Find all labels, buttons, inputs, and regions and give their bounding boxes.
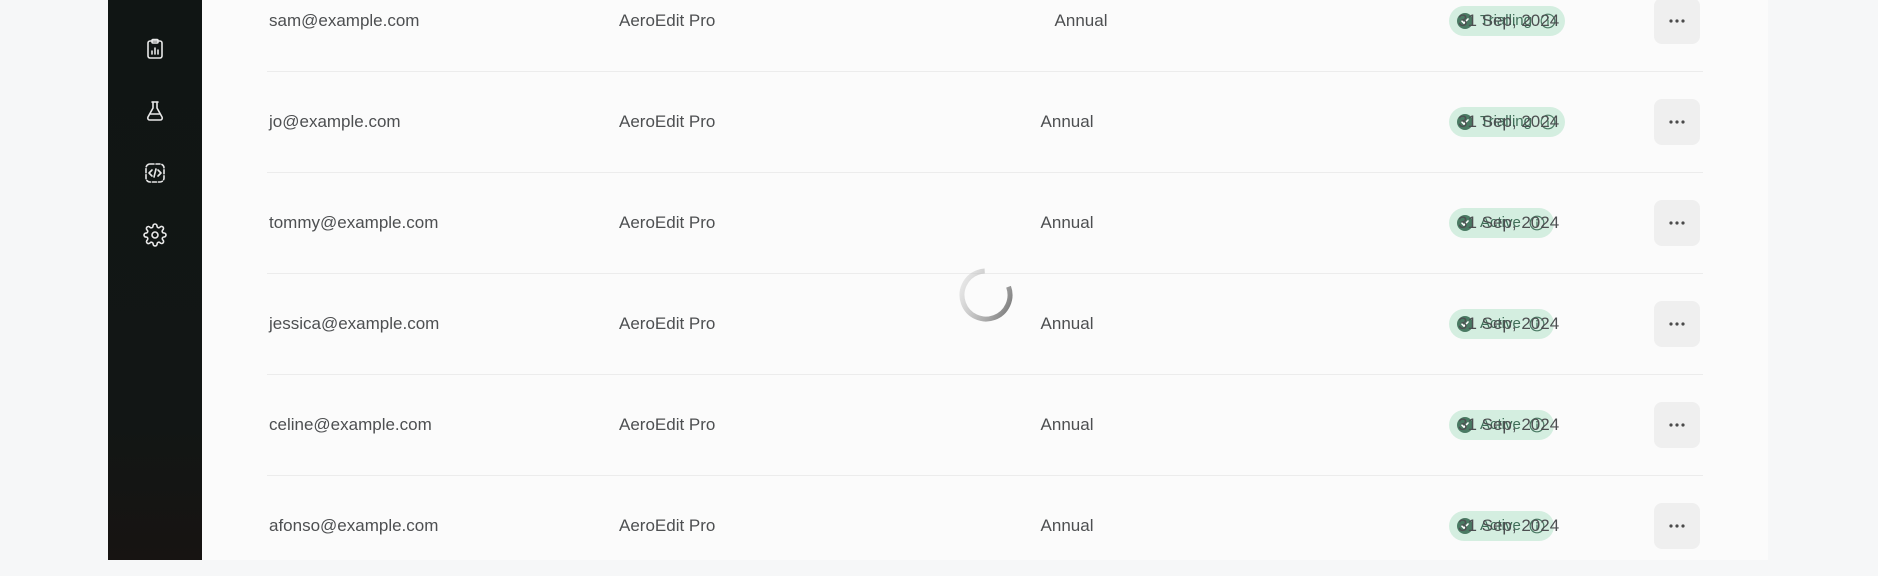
email-cell: jo@example.com [269, 111, 401, 131]
ellipsis-icon [1669, 523, 1685, 528]
email-cell: tommy@example.com [269, 212, 439, 232]
actions-cell [1654, 0, 1700, 71]
table-row[interactable]: sam@example.com AeroEdit Pro Annual Trialli… [267, 0, 1703, 72]
plan-cell: Annual [1054, 10, 1108, 30]
ellipsis-icon [1669, 321, 1685, 326]
plan-cell: Annual [1040, 515, 1094, 535]
code-icon [145, 163, 165, 183]
sidebar-item-reports[interactable] [141, 35, 169, 63]
more-actions-button[interactable] [1654, 0, 1700, 44]
actions-cell [1654, 374, 1700, 475]
table-row[interactable]: jo@example.com AeroEdit Pro Annual Triallin… [267, 71, 1703, 173]
date-cell: 31 Sep, 2024 [1458, 515, 1560, 535]
product-cell: AeroEdit Pro [619, 111, 716, 131]
date-cell: 31 Sep, 2024 [1458, 212, 1560, 232]
loading-spinner-icon [959, 268, 1013, 322]
sidebar [108, 0, 202, 560]
product-cell: AeroEdit Pro [619, 10, 716, 30]
email-cell: afonso@example.com [269, 515, 439, 535]
ellipsis-icon [1669, 220, 1685, 225]
email-cell: jessica@example.com [269, 313, 440, 333]
more-actions-button[interactable] [1654, 199, 1700, 246]
sidebar-item-developer[interactable] [141, 159, 169, 187]
date-cell: 31 Sep, 2024 [1458, 10, 1560, 30]
email-cell: celine@example.com [269, 414, 432, 434]
more-actions-button[interactable] [1654, 300, 1700, 347]
product-cell: AeroEdit Pro [619, 212, 716, 232]
actions-cell [1654, 273, 1700, 374]
more-actions-button[interactable] [1654, 502, 1700, 549]
product-cell: AeroEdit Pro [619, 515, 716, 535]
table-row[interactable]: tommy@example.com AeroEdit Pro Annual Activ… [267, 172, 1703, 274]
plan-cell: Annual [1040, 313, 1094, 333]
more-actions-button[interactable] [1654, 98, 1700, 145]
page-gutter [1768, 0, 1878, 560]
table-row[interactable]: afonso@example.com AeroEdit Pro Annual Acti… [267, 475, 1703, 576]
ellipsis-icon [1669, 119, 1685, 124]
email-cell: sam@example.com [269, 10, 420, 30]
flask-icon [146, 101, 164, 121]
product-cell: AeroEdit Pro [619, 414, 716, 434]
table-row[interactable]: celine@example.com AeroEdit Pro Annual Acti… [267, 374, 1703, 476]
product-cell: AeroEdit Pro [619, 313, 716, 333]
sidebar-item-labs[interactable] [141, 97, 169, 125]
plan-cell: Annual [1040, 111, 1094, 131]
actions-cell [1654, 71, 1700, 172]
date-cell: 31 Sep, 2024 [1458, 313, 1560, 333]
plan-cell: Annual [1040, 414, 1094, 434]
gear-icon [143, 223, 167, 247]
actions-cell [1654, 172, 1700, 273]
clipboard-chart-icon [147, 38, 163, 59]
ellipsis-icon [1669, 18, 1685, 23]
date-cell: 31 Sep, 2024 [1458, 111, 1560, 131]
ellipsis-icon [1669, 422, 1685, 427]
more-actions-button[interactable] [1654, 401, 1700, 448]
date-cell: 31 Sep, 2024 [1458, 414, 1560, 434]
sidebar-item-settings[interactable] [141, 221, 169, 249]
plan-cell: Annual [1040, 212, 1094, 232]
actions-cell [1654, 475, 1700, 576]
